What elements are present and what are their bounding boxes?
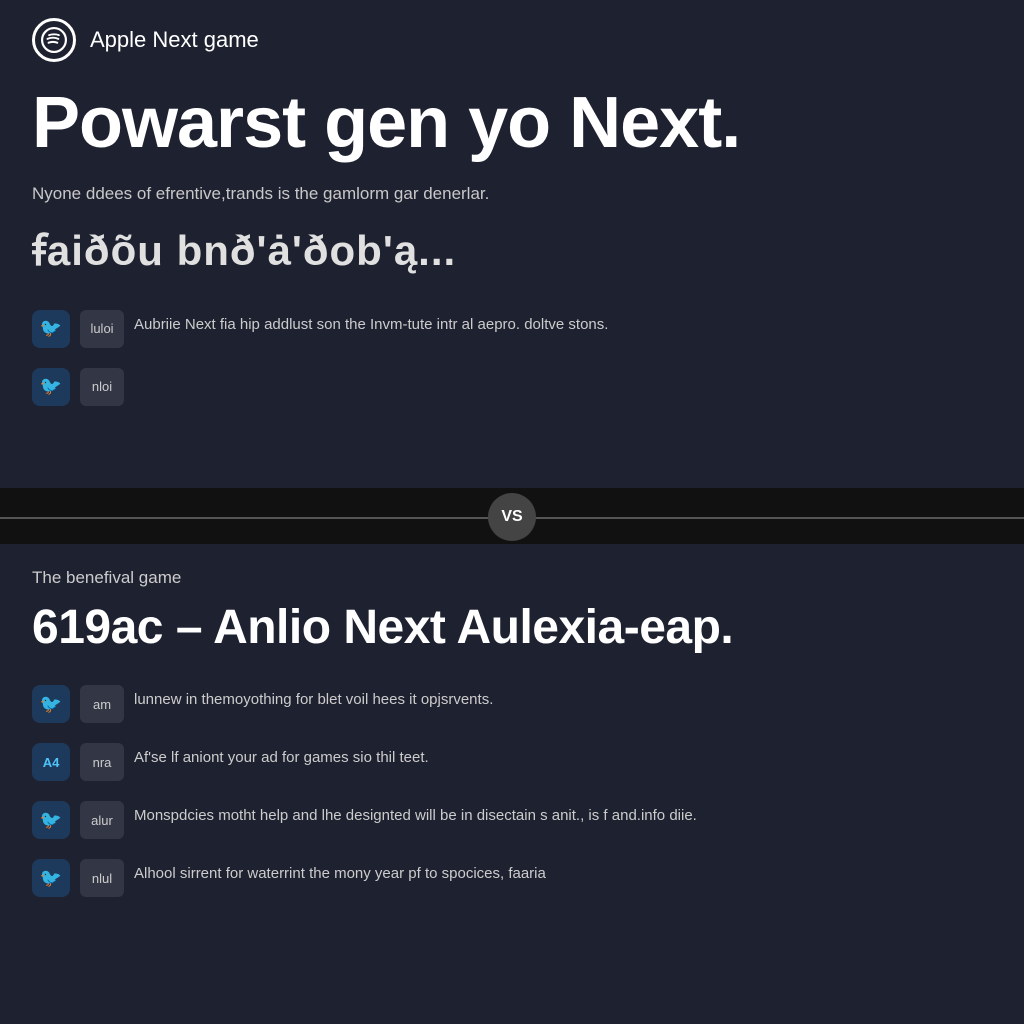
twitter-icon: 🐦 [40,318,62,339]
bottom-label-3: alur [80,801,124,839]
subtitle-text: Nyone ddees of efrentive,trands is the g… [32,181,992,207]
bottom-label-2: nra [80,743,124,781]
list-item: 🐦 nloi [32,358,992,416]
bottom-list: 🐦 am lunnew in themoyothing for blet voi… [32,675,992,907]
bottom-item-3: 🐦 alur Monspdcies motht help and lhe des… [32,791,992,849]
twitter-icon-box: 🐦 [32,310,70,348]
top-panel: Apple Next game Powarst gen yo Next. Nyo… [0,0,1024,490]
bottom-headline: 619ac – Anlio Next Aulexia-eap. [32,600,992,655]
bottom-twitter-icon-4: 🐦 [32,859,70,897]
item-label-2: nloi [80,368,124,406]
bottom-label-4: nlul [80,859,124,897]
bottom-twitter-icon-3: 🐦 [32,801,70,839]
bottom-text-2: Af'se lf aniont your ad for games sio th… [134,743,429,770]
twitter-icon-b4: 🐦 [40,868,62,889]
section-label: The benefival game [32,568,992,588]
bottom-item-1: 🐦 am lunnew in themoyothing for blet voi… [32,675,992,733]
bottom-panel: The benefival game 619ac – Anlio Next Au… [0,544,1024,1024]
twitter-icon-b3: 🐦 [40,810,62,831]
vs-text: VS [501,508,522,526]
app-title: Apple Next game [90,27,259,53]
twitter-icon-box-2: 🐦 [32,368,70,406]
spotify-icon [32,18,76,62]
twitter-icon-b1: 🐦 [40,694,62,715]
twitter-icon-2: 🐦 [40,376,62,397]
bottom-text-4: Alhool sirrent for waterrint the mony ye… [134,859,546,886]
item-text: Aubriie Next fia hip addlust son the Inv… [134,310,608,335]
bottom-item-4: 🐦 nlul Alhool sirrent for waterrint the … [32,849,992,907]
vs-badge: VS [488,493,536,541]
header-row: Apple Next game [32,18,992,62]
bottom-item-2: A4 nra Af'se lf aniont your ad for games… [32,733,992,791]
a4-icon-box: A4 [32,743,70,781]
top-list-items: 🐦 luloi Aubriie Next fia hip addlust son… [32,300,992,416]
main-headline: Powarst gen yo Next. [32,84,992,163]
item-label: luloi [80,310,124,348]
foreign-text: ꞙaiðõu bnð'ȧ'ðob'ą... [32,221,992,278]
bottom-twitter-icon-1: 🐦 [32,685,70,723]
list-item: 🐦 luloi Aubriie Next fia hip addlust son… [32,300,992,358]
bottom-label-1: am [80,685,124,723]
bottom-text-3: Monspdcies motht help and lhe designted … [134,801,697,828]
vs-divider: VS [0,490,1024,544]
a4-icon: A4 [43,755,60,770]
bottom-text-1: lunnew in themoyothing for blet voil hee… [134,685,493,712]
